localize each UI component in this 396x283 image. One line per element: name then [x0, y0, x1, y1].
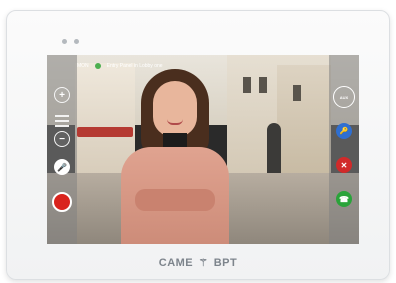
microphone-button[interactable]: 🎤 [54, 159, 70, 175]
scene-door [267, 123, 281, 175]
key-icon: 🔑 [339, 128, 349, 135]
volume-level-indicator [55, 115, 69, 127]
mute-icon: ✕ [340, 160, 348, 170]
status-online-icon [94, 63, 101, 69]
visitor-arms [135, 189, 215, 211]
volume-down-button[interactable]: − [54, 131, 70, 147]
aux-button[interactable]: AUX [333, 86, 355, 108]
scene-window [259, 77, 267, 93]
plus-icon: + [59, 89, 65, 101]
microphone-icon: 🎤 [57, 162, 67, 172]
record-button[interactable] [52, 192, 72, 212]
front-sensor-right [74, 39, 79, 44]
video-screen: + − 🎤 MON Entry Panel in Lobby one AUX 🔑… [47, 55, 359, 244]
phone-icon: ☎ [339, 194, 349, 204]
door-key-button[interactable]: 🔑 [336, 123, 352, 139]
entry-panel-status: Entry Panel in Lobby one [106, 63, 163, 69]
brand-mark-icon: ⚚ [198, 258, 209, 269]
brand-name-right: BPT [213, 257, 238, 269]
brand-logo: CAME ⚚ BPT [0, 257, 396, 269]
front-sensor-left [62, 39, 67, 44]
visitor-face [153, 81, 197, 137]
monitor-label: MON [77, 63, 89, 69]
volume-up-button[interactable]: + [54, 87, 70, 103]
scene-window [293, 85, 301, 101]
minus-icon: − [59, 133, 65, 145]
answer-call-button[interactable]: ☎ [336, 191, 352, 207]
brand-name-left: CAME [158, 257, 194, 269]
aux-icon: AUX [339, 94, 349, 100]
left-control-bar: + − 🎤 [47, 55, 77, 244]
screen-status-bar: MON Entry Panel in Lobby one [77, 61, 163, 71]
right-control-bar: AUX 🔑 ✕ ☎ [329, 55, 359, 244]
camera-feed [47, 55, 359, 244]
scene-window [243, 77, 251, 93]
visitor-figure [115, 69, 235, 244]
mute-call-button[interactable]: ✕ [336, 157, 352, 173]
